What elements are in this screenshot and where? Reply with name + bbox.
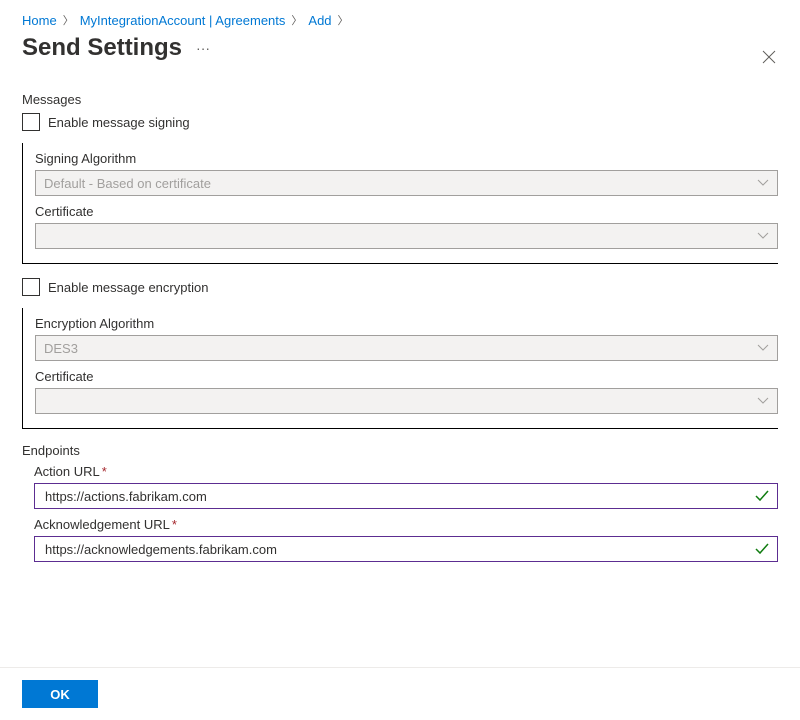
chevron-right-icon: 〉 bbox=[338, 12, 349, 28]
encryption-certificate-select[interactable] bbox=[35, 388, 778, 414]
checkmark-icon bbox=[755, 543, 769, 555]
signing-certificate-select[interactable] bbox=[35, 223, 778, 249]
signing-algorithm-value: Default - Based on certificate bbox=[44, 176, 211, 191]
breadcrumb: Home 〉 MyIntegrationAccount | Agreements… bbox=[22, 12, 778, 28]
breadcrumb-home[interactable]: Home bbox=[22, 13, 57, 28]
close-button[interactable] bbox=[762, 50, 778, 66]
messages-section-title: Messages bbox=[22, 92, 778, 107]
endpoints-section-title: Endpoints bbox=[22, 443, 778, 458]
close-icon bbox=[762, 50, 776, 64]
ok-button[interactable]: OK bbox=[22, 680, 98, 708]
chevron-down-icon bbox=[757, 344, 769, 352]
chevron-down-icon bbox=[757, 397, 769, 405]
signing-algorithm-label: Signing Algorithm bbox=[35, 151, 778, 166]
enable-encryption-label: Enable message encryption bbox=[48, 280, 208, 295]
action-url-label: Action URL* bbox=[34, 464, 778, 479]
signing-algorithm-select[interactable]: Default - Based on certificate bbox=[35, 170, 778, 196]
page-title: Send Settings bbox=[22, 34, 182, 62]
signing-certificate-label: Certificate bbox=[35, 204, 778, 219]
action-url-input[interactable] bbox=[43, 488, 755, 505]
breadcrumb-account[interactable]: MyIntegrationAccount | Agreements bbox=[80, 13, 286, 28]
more-actions-button[interactable]: ··· bbox=[192, 40, 214, 56]
chevron-down-icon bbox=[757, 232, 769, 240]
required-asterisk: * bbox=[102, 464, 107, 479]
chevron-right-icon: 〉 bbox=[291, 12, 302, 28]
encryption-algorithm-label: Encryption Algorithm bbox=[35, 316, 778, 331]
chevron-down-icon bbox=[757, 179, 769, 187]
breadcrumb-add[interactable]: Add bbox=[308, 13, 331, 28]
checkmark-icon bbox=[755, 490, 769, 502]
required-asterisk: * bbox=[172, 517, 177, 532]
signing-group: Signing Algorithm Default - Based on cer… bbox=[22, 143, 778, 264]
ack-url-field-wrapper bbox=[34, 536, 778, 562]
encryption-algorithm-value: DES3 bbox=[44, 341, 78, 356]
chevron-right-icon: 〉 bbox=[63, 12, 74, 28]
encryption-certificate-label: Certificate bbox=[35, 369, 778, 384]
endpoints-group: Action URL* Acknowledgement URL* bbox=[22, 464, 778, 562]
encryption-algorithm-select[interactable]: DES3 bbox=[35, 335, 778, 361]
footer: OK bbox=[0, 667, 800, 720]
encryption-group: Encryption Algorithm DES3 Certificate bbox=[22, 308, 778, 429]
enable-signing-label: Enable message signing bbox=[48, 115, 190, 130]
ack-url-label: Acknowledgement URL* bbox=[34, 517, 778, 532]
ack-url-input[interactable] bbox=[43, 541, 755, 558]
enable-signing-checkbox[interactable] bbox=[22, 113, 40, 131]
action-url-field-wrapper bbox=[34, 483, 778, 509]
enable-encryption-checkbox[interactable] bbox=[22, 278, 40, 296]
